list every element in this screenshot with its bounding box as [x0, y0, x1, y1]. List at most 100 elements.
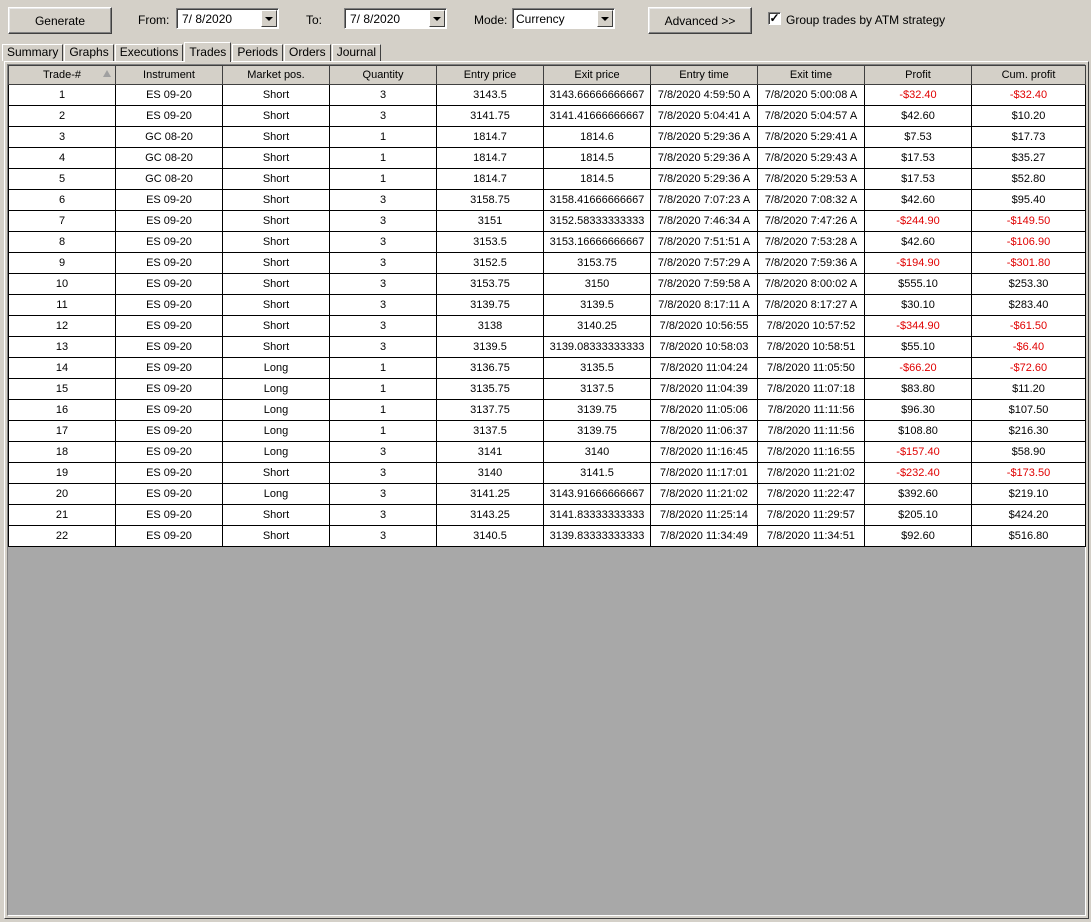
report-tabs: Summary Graphs Executions Trades Periods Orde…: [2, 42, 382, 62]
table-row[interactable]: 11 ES 09-20 Short 3 3139.75 3139.5 7/8/2020 8:…: [8, 294, 1086, 316]
chevron-down-icon[interactable]: [261, 10, 277, 27]
table-cell: ES 09-20: [115, 273, 223, 295]
table-cell: -$344.90: [864, 315, 972, 337]
table-cell: 7/8/2020 11:25:14: [650, 504, 758, 526]
table-row[interactable]: 21 ES 09-20 Short 3 3143.25 3141.83333333333 7…: [8, 504, 1086, 526]
table-cell: $216.30: [971, 420, 1086, 442]
mode-select[interactable]: Currency: [512, 8, 615, 29]
table-row[interactable]: 18 ES 09-20 Long 3 3141 3140 7/8/2020 11:16:45…: [8, 441, 1086, 463]
table-row[interactable]: 14 ES 09-20 Long 1 3136.75 3135.5 7/8/2020 11:…: [8, 357, 1086, 379]
table-cell: 9: [8, 252, 116, 274]
table-row[interactable]: 17 ES 09-20 Long 1 3137.5 3139.75 7/8/2020 11:…: [8, 420, 1086, 442]
table-cell: 3140.25: [543, 315, 651, 337]
table-cell: Short: [222, 147, 330, 169]
column-header-entry-price[interactable]: Entry price: [436, 65, 544, 85]
tab-orders[interactable]: Orders: [284, 44, 331, 61]
table-cell: 7/8/2020 10:57:52: [757, 315, 865, 337]
chevron-down-icon[interactable]: [429, 10, 445, 27]
table-cell: -$244.90: [864, 210, 972, 232]
table-row[interactable]: 8 ES 09-20 Short 3 3153.5 3153.16666666667 7/8…: [8, 231, 1086, 253]
table-cell: -$157.40: [864, 441, 972, 463]
table-row[interactable]: 6 ES 09-20 Short 3 3158.75 3158.41666666667 7/…: [8, 189, 1086, 211]
table-cell: 1: [329, 420, 437, 442]
column-header-quantity[interactable]: Quantity: [329, 65, 437, 85]
table-cell: $7.53: [864, 126, 972, 148]
table-row[interactable]: 16 ES 09-20 Long 1 3137.75 3139.75 7/8/2020 11…: [8, 399, 1086, 421]
chevron-down-icon[interactable]: [597, 10, 613, 27]
table-cell: 3: [329, 525, 437, 547]
column-header-exit-price[interactable]: Exit price: [543, 65, 651, 85]
table-cell: Long: [222, 399, 330, 421]
table-cell: 7/8/2020 7:51:51 A: [650, 231, 758, 253]
tab-trades[interactable]: Trades: [184, 42, 232, 62]
tab-graphs[interactable]: Graphs: [64, 44, 114, 61]
tab-executions[interactable]: Executions: [114, 44, 184, 61]
table-cell: $17.53: [864, 168, 972, 190]
table-cell: ES 09-20: [115, 420, 223, 442]
table-cell: Long: [222, 483, 330, 505]
table-cell: 10: [8, 273, 116, 295]
table-row[interactable]: 19 ES 09-20 Short 3 3140 3141.5 7/8/2020 11:17…: [8, 462, 1086, 484]
table-row[interactable]: 12 ES 09-20 Short 3 3138 3140.25 7/8/2020 10:5…: [8, 315, 1086, 337]
from-date-value: 7/ 8/2020: [182, 12, 233, 26]
table-cell: 3: [329, 105, 437, 127]
table-cell: -$61.50: [971, 315, 1086, 337]
tab-summary[interactable]: Summary: [2, 44, 64, 61]
table-cell: ES 09-20: [115, 294, 223, 316]
table-cell: 7/8/2020 5:29:53 A: [757, 168, 865, 190]
table-cell: 7/8/2020 7:57:29 A: [650, 252, 758, 274]
column-header-profit[interactable]: Profit: [864, 65, 972, 85]
table-row[interactable]: 22 ES 09-20 Short 3 3140.5 3139.83333333333 7/…: [8, 525, 1086, 547]
table-cell: 3: [329, 462, 437, 484]
table-row[interactable]: 15 ES 09-20 Long 1 3135.75 3137.5 7/8/2020 11:…: [8, 378, 1086, 400]
table-cell: 7/8/2020 11:16:55: [757, 441, 865, 463]
column-header-entry-time[interactable]: Entry time: [650, 65, 758, 85]
tab-journal[interactable]: Journal: [331, 44, 382, 61]
table-row[interactable]: 5 GC 08-20 Short 1 1814.7 1814.5 7/8/2020 5:29…: [8, 168, 1086, 190]
column-header-trade[interactable]: Trade-#: [8, 65, 116, 85]
table-cell: 3141.75: [436, 105, 544, 127]
table-cell: $219.10: [971, 483, 1086, 505]
column-header-cum-profit[interactable]: Cum. profit: [971, 65, 1086, 85]
table-row[interactable]: 9 ES 09-20 Short 3 3152.5 3153.75 7/8/2020 7:5…: [8, 252, 1086, 274]
table-cell: -$72.60: [971, 357, 1086, 379]
table-cell: $424.20: [971, 504, 1086, 526]
table-cell: 7/8/2020 11:29:57: [757, 504, 865, 526]
column-header-exit-time[interactable]: Exit time: [757, 65, 865, 85]
from-label: From:: [138, 13, 170, 27]
table-row[interactable]: 7 ES 09-20 Short 3 3151 3152.58333333333 7/8/2…: [8, 210, 1086, 232]
generate-button[interactable]: Generate: [8, 7, 112, 34]
table-row[interactable]: 2 ES 09-20 Short 3 3141.75 3141.41666666667 7/…: [8, 105, 1086, 127]
table-cell: 7/8/2020 5:00:08 A: [757, 84, 865, 106]
table-row[interactable]: 10 ES 09-20 Short 3 3153.75 3150 7/8/2020 7:59…: [8, 273, 1086, 295]
table-cell: 3139.75: [543, 399, 651, 421]
table-cell: 3153.75: [436, 273, 544, 295]
table-row[interactable]: 4 GC 08-20 Short 1 1814.7 1814.5 7/8/2020 5:29…: [8, 147, 1086, 169]
column-header-label: Entry price: [463, 69, 517, 81]
column-header-label: Exit time: [789, 69, 833, 81]
column-header-instrument[interactable]: Instrument: [115, 65, 223, 85]
table-cell: 1: [329, 168, 437, 190]
table-cell: 7/8/2020 11:04:39: [650, 378, 758, 400]
tab-periods[interactable]: Periods: [232, 44, 283, 61]
table-cell: 7/8/2020 11:07:18: [757, 378, 865, 400]
column-header-market-pos[interactable]: Market pos.: [222, 65, 330, 85]
table-cell: -$301.80: [971, 252, 1086, 274]
table-row[interactable]: 1 ES 09-20 Short 3 3143.5 3143.66666666667 7/8…: [8, 84, 1086, 106]
to-date-picker[interactable]: 7/ 8/2020: [344, 8, 447, 29]
table-row[interactable]: 3 GC 08-20 Short 1 1814.7 1814.6 7/8/2020 5:29…: [8, 126, 1086, 148]
from-date-picker[interactable]: 7/ 8/2020: [176, 8, 279, 29]
table-cell: -$32.40: [864, 84, 972, 106]
mode-value: Currency: [516, 12, 565, 26]
table-cell: ES 09-20: [115, 315, 223, 337]
table-cell: Short: [222, 231, 330, 253]
table-row[interactable]: 20 ES 09-20 Long 3 3141.25 3143.91666666667 7/…: [8, 483, 1086, 505]
table-cell: $42.60: [864, 105, 972, 127]
advanced-button[interactable]: Advanced >>: [648, 7, 752, 34]
group-trades-label[interactable]: Group trades by ATM strategy: [786, 13, 945, 27]
group-trades-checkbox[interactable]: ✓: [768, 12, 781, 25]
table-row[interactable]: 13 ES 09-20 Short 3 3139.5 3139.08333333333 7/…: [8, 336, 1086, 358]
to-date-value: 7/ 8/2020: [350, 12, 401, 26]
table-cell: ES 09-20: [115, 483, 223, 505]
table-cell: 3152.5: [436, 252, 544, 274]
